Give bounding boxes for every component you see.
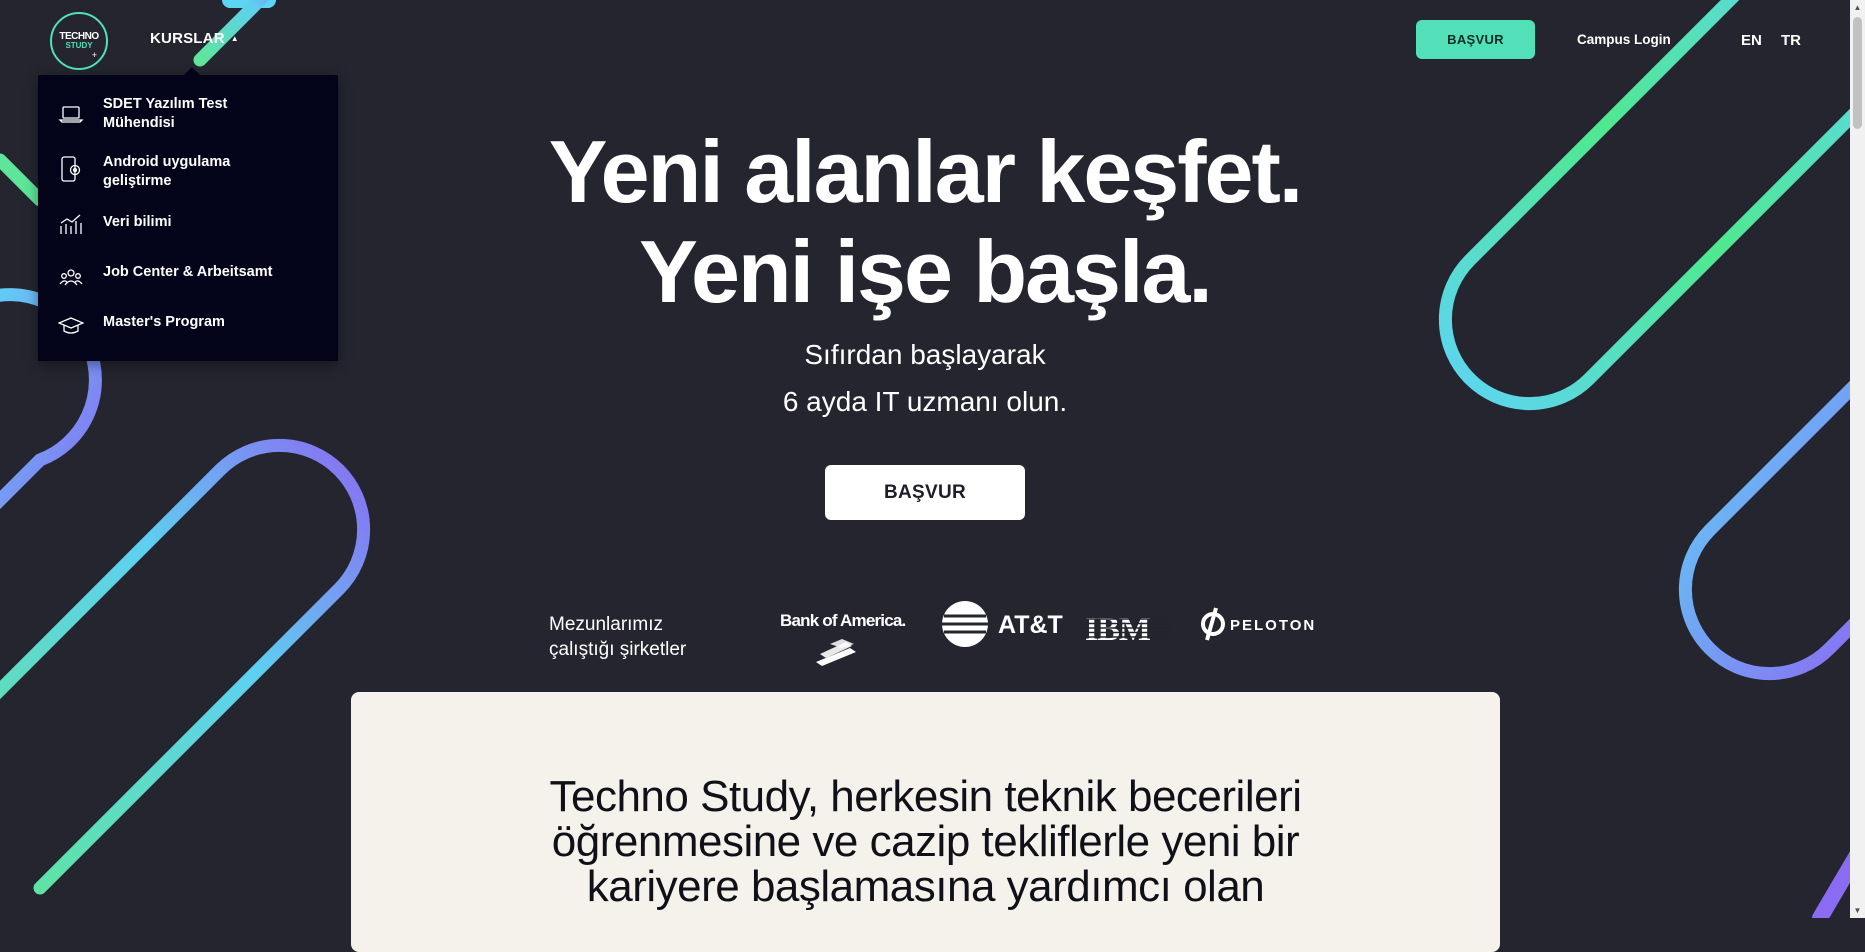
- graduates-label-line2: çalıştığı şirketler: [549, 639, 687, 660]
- laptop-icon: [58, 106, 84, 123]
- peloton-text: PELOTON: [1230, 617, 1316, 634]
- apply-button-header[interactable]: BAŞVUR: [1416, 20, 1535, 59]
- dropdown-item-label: Master's Program: [103, 314, 225, 330]
- dropdown-item-label: Android uygulama geliştirme: [103, 154, 231, 189]
- graduation-cap-icon: [58, 317, 84, 334]
- logo-plus: +: [91, 50, 97, 60]
- dropdown-item-label: Job Center & Arbeitsamt: [103, 264, 273, 280]
- dropdown-item-label: Veri bilimi: [103, 214, 172, 230]
- dropdown-item-job-center[interactable]: Job Center & Arbeitsamt: [38, 261, 338, 291]
- apply-button-hero[interactable]: BAŞVUR: [825, 465, 1025, 520]
- dropdown-item-sdet[interactable]: SDET Yazılım Test Mühendisi: [38, 95, 338, 143]
- mobile-gear-icon: [61, 156, 81, 182]
- hero-title-line2: Yeni işe başla.: [639, 222, 1213, 321]
- dropdown-item-android[interactable]: Android uygulama geliştirme: [38, 153, 338, 201]
- att-logo: AT&T: [942, 601, 1063, 647]
- bar-chart-icon: [60, 214, 82, 234]
- scroll-down-arrow-icon[interactable]: ▼: [1850, 903, 1865, 918]
- bank-of-america-logo: Bank of America.: [780, 611, 906, 666]
- ibm-text: IBM: [1085, 611, 1151, 648]
- courses-menu-toggle[interactable]: KURSLAR ▲: [150, 30, 239, 47]
- language-tr-link[interactable]: TR: [1781, 32, 1801, 49]
- scrollbar-thumb[interactable]: [1853, 17, 1862, 129]
- bank-of-america-text: Bank of America.: [780, 611, 906, 630]
- caret-up-icon: ▲: [230, 34, 239, 43]
- logo-text-study: STUDY: [65, 41, 93, 50]
- partner-logos: Bank of America. AT&T IBM PELOTON: [780, 601, 1316, 666]
- page-scrollbar[interactable]: ▲ ▼: [1850, 0, 1865, 918]
- graduates-companies-label: Mezunlarımız çalıştığı şirketler: [549, 612, 709, 662]
- hero-title-line1: Yeni alanlar keşfet.: [548, 122, 1303, 221]
- scroll-up-arrow-icon[interactable]: ▲: [1850, 0, 1865, 15]
- mission-text: Techno Study, herkesin teknik becerileri…: [549, 772, 1302, 911]
- ibm-logo: IBM: [1080, 611, 1170, 648]
- campus-login-link[interactable]: Campus Login: [1577, 32, 1671, 47]
- courses-dropdown: SDET Yazılım Test Mühendisi Android uygu…: [38, 67, 338, 361]
- peloton-logo: PELOTON: [1201, 607, 1316, 641]
- hero-subtitle-line2: 6 ayda IT uzmanı olun.: [782, 386, 1068, 417]
- dropdown-item-label: SDET Yazılım Test Mühendisi: [103, 96, 228, 131]
- language-en-link[interactable]: EN: [1741, 32, 1762, 49]
- dropdown-item-data-science[interactable]: Veri bilimi: [38, 211, 338, 241]
- people-icon: [59, 269, 83, 286]
- courses-menu-label: KURSLAR: [150, 30, 225, 47]
- mission-card: Techno Study, herkesin teknik becerileri…: [351, 692, 1500, 952]
- att-text: AT&T: [998, 611, 1063, 639]
- hero-subtitle-line1: Sıfırdan başlayarak: [804, 339, 1046, 370]
- dropdown-item-masters[interactable]: Master's Program: [38, 311, 338, 341]
- techno-study-logo[interactable]: TECHNO STUDY +: [50, 12, 108, 70]
- graduates-label-line1: Mezunlarımız: [549, 614, 664, 635]
